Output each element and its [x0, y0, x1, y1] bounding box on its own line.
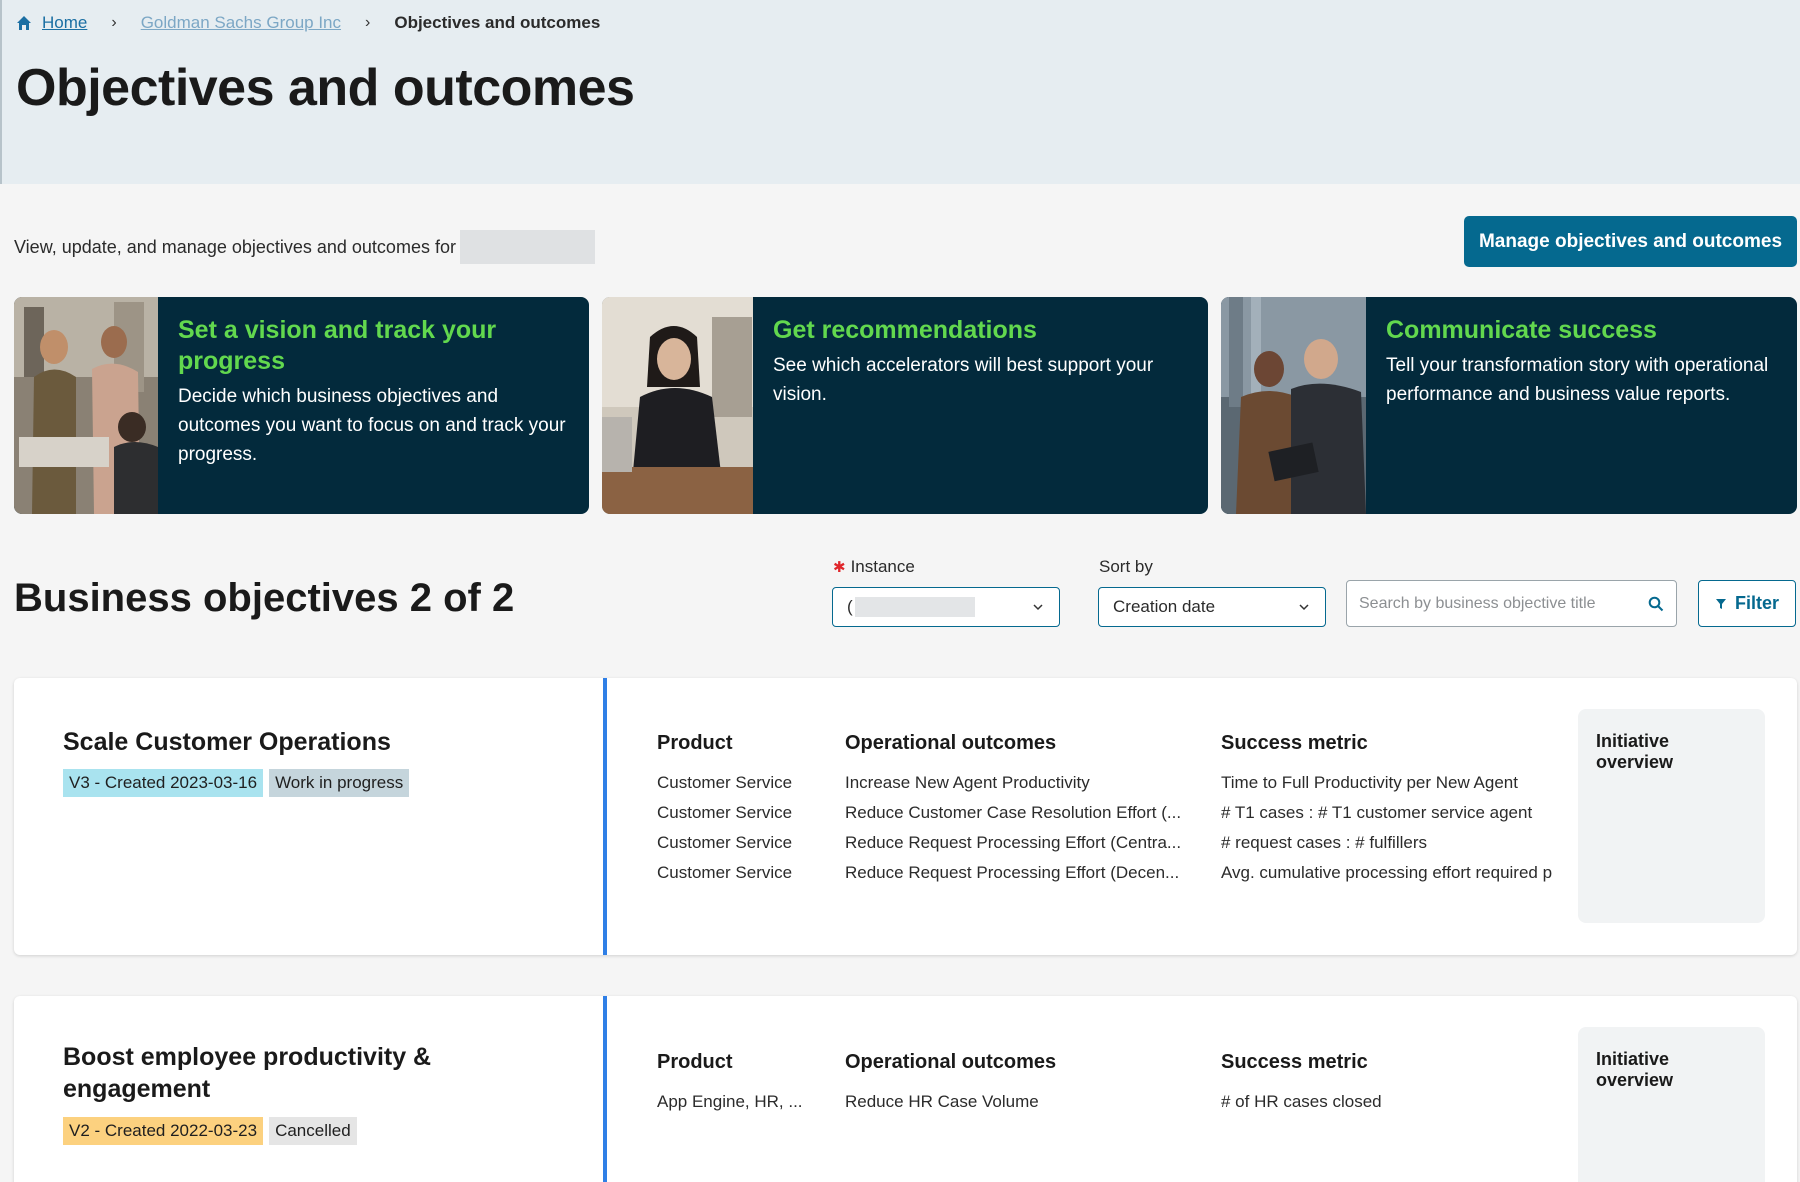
product-header: Product [657, 1051, 733, 1073]
search-box [1346, 580, 1677, 627]
woman-at-laptop-photo [602, 297, 753, 514]
outcome-value: Reduce HR Case Volume [845, 1092, 1039, 1111]
card-divider [603, 678, 607, 955]
breadcrumb-home-link[interactable]: Home [42, 13, 87, 33]
chevron-right-icon: › [111, 14, 117, 31]
product-value: Customer Service [657, 773, 793, 792]
product-value: Customer Service [657, 863, 793, 882]
version-tag: V3 - Created 2023-03-16 [63, 769, 264, 797]
product-value: Customer Service [657, 803, 793, 822]
promo-title: Get recommendations [773, 316, 1037, 344]
intro-text: View, update, and manage objectives and … [14, 236, 456, 257]
manage-objectives-button[interactable]: Manage objectives and outcomes [1464, 216, 1797, 267]
instance-label: ✱ Instance [833, 557, 915, 577]
outcome-value: Reduce Request Processing Effort (Decen.… [845, 863, 1180, 882]
promo-body: See which accelerators will best support… [773, 355, 1154, 405]
metric-header: Success metric [1221, 732, 1368, 754]
promo-title: Set a vision and track your progress [178, 316, 497, 375]
initiative-overview-panel[interactable]: Initiative overview [1578, 1027, 1765, 1182]
instance-select-value: ( [847, 597, 853, 616]
initiative-overview-label: Initiative overview [1596, 731, 1674, 772]
outcomes-column: Operational outcomes Increase New Agent … [845, 732, 1200, 888]
outcomes-column: Operational outcomes Reduce HR Case Volu… [845, 1051, 1200, 1117]
search-icon[interactable] [1648, 596, 1664, 612]
outcomes-header: Operational outcomes [845, 1051, 1057, 1073]
initiative-overview-label: Initiative overview [1596, 1049, 1674, 1090]
breadcrumb: Home › Goldman Sachs Group Inc › Objecti… [16, 12, 600, 34]
chevron-right-icon: › [365, 14, 371, 31]
metric-header: Success metric [1221, 1051, 1368, 1073]
metric-value: # T1 cases : # T1 customer service agent [1221, 803, 1533, 822]
search-input[interactable] [1359, 594, 1648, 613]
metric-value: Time to Full Productivity per New Agent [1221, 773, 1518, 792]
status-badge: Cancelled [269, 1117, 357, 1145]
instance-select[interactable]: ( [832, 587, 1060, 627]
product-column: Product App Engine, HR, ... [657, 1051, 827, 1117]
sort-select[interactable]: Creation date [1098, 587, 1326, 627]
metric-column: Success metric Time to Full Productivity… [1221, 732, 1559, 888]
breadcrumb-current: Objectives and outcomes [394, 13, 601, 32]
promo-body: Decide which business objectives and out… [178, 386, 566, 465]
business-objectives-heading: Business objectives 2 of 2 [14, 576, 515, 620]
instance-label-text: Instance [850, 557, 915, 576]
promo-card-recommendations: Get recommendations See which accelerato… [602, 297, 1208, 514]
outcome-value: Reduce Request Processing Effort (Centra… [845, 833, 1182, 852]
metric-value: # of HR cases closed [1221, 1092, 1382, 1111]
filter-button-label: Filter [1734, 593, 1779, 613]
outcome-value: Increase New Agent Productivity [845, 773, 1090, 792]
sort-label: Sort by [1099, 557, 1153, 576]
objective-title: Boost employee productivity & engagement [63, 1043, 432, 1103]
promo-card-communicate: Communicate success Tell your transforma… [1221, 297, 1797, 514]
promo-title: Communicate success [1386, 316, 1657, 344]
status-badge: Work in progress [269, 769, 410, 797]
objective-card[interactable]: Scale Customer Operations V3 - Created 2… [14, 678, 1797, 955]
two-men-tablet-photo [1221, 297, 1366, 514]
version-tag: V2 - Created 2022-03-23 [63, 1117, 264, 1145]
objective-card[interactable]: Boost employee productivity & engagement… [14, 996, 1797, 1182]
page-header: Home › Goldman Sachs Group Inc › Objecti… [0, 0, 1800, 184]
team-meeting-photo [14, 297, 158, 514]
metric-column: Success metric # of HR cases closed [1221, 1051, 1559, 1117]
promo-body: Tell your transformation story with oper… [1386, 355, 1769, 405]
sort-select-value: Creation date [1113, 597, 1216, 616]
outcome-value: Reduce Customer Case Resolution Effort (… [845, 803, 1182, 822]
required-asterisk-icon: ✱ [833, 559, 846, 576]
breadcrumb-company-link[interactable]: Goldman Sachs Group Inc [141, 13, 341, 33]
metric-value: # request cases : # fulfillers [1221, 833, 1427, 852]
card-divider [603, 996, 607, 1182]
objective-tags: V2 - Created 2022-03-23 Cancelled [63, 1117, 357, 1145]
objective-tags: V3 - Created 2023-03-16 Work in progress [63, 769, 410, 797]
promo-card-vision: Set a vision and track your progress Dec… [14, 297, 589, 514]
outcomes-header: Operational outcomes [845, 732, 1057, 754]
objective-title: Scale Customer Operations [63, 728, 391, 756]
metric-value: Avg. cumulative processing effort requir… [1221, 863, 1553, 882]
filter-button[interactable]: Filter [1698, 580, 1796, 627]
product-value: Customer Service [657, 833, 793, 852]
redacted-company-name [459, 230, 595, 264]
redacted-instance-name [854, 597, 975, 617]
product-header: Product [657, 732, 733, 754]
page-intro: View, update, and manage objectives and … [14, 230, 595, 264]
home-icon [17, 16, 31, 30]
initiative-overview-panel[interactable]: Initiative overview [1578, 709, 1765, 923]
chevron-down-icon [1033, 604, 1043, 611]
product-value: App Engine, HR, ... [657, 1092, 803, 1111]
filter-icon [1715, 598, 1726, 609]
page-title: Objectives and outcomes [16, 59, 635, 117]
chevron-down-icon [1299, 604, 1309, 611]
product-column: Product Customer Service Customer Servic… [657, 732, 827, 888]
